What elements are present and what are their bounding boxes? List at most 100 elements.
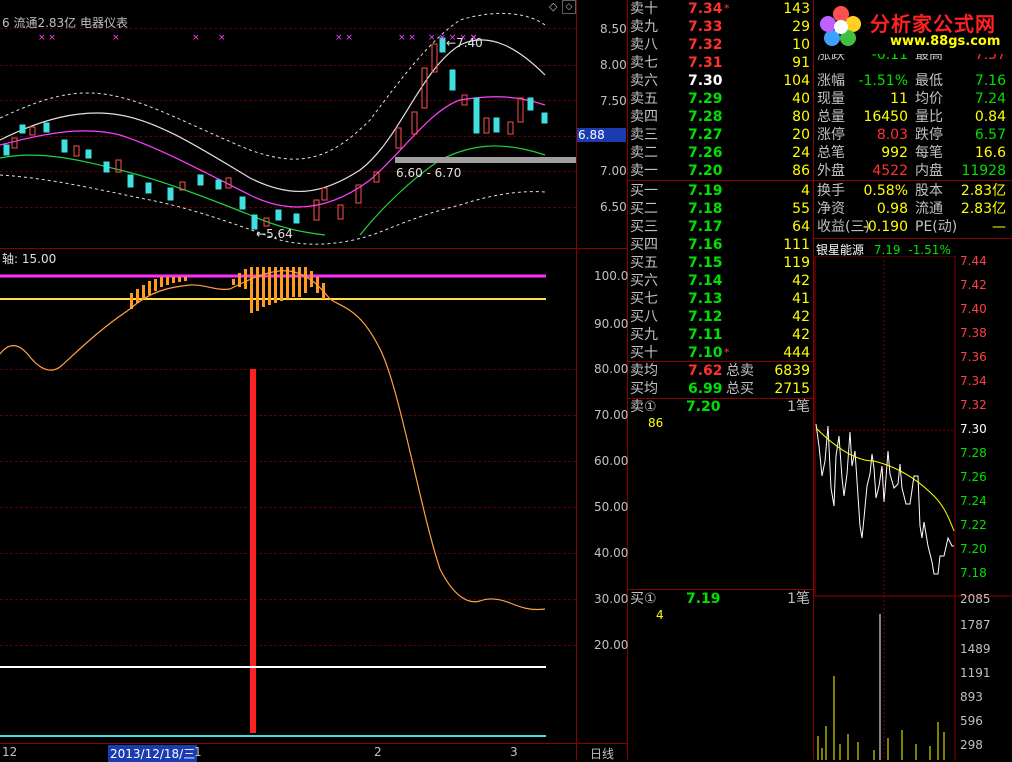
buy-level-row[interactable]: 买三 7.17 64: [630, 218, 812, 236]
sell-level-row[interactable]: 卖一 7.20 86: [630, 162, 812, 180]
level-label: 卖九: [630, 19, 658, 35]
flower-logo-icon: [820, 6, 861, 46]
stat-label: 总量: [817, 109, 845, 125]
level-volume: 119: [783, 255, 810, 271]
sell-level-row[interactable]: 卖三 7.27 20: [630, 126, 812, 144]
buy-level-row[interactable]: 买六 7.14 42: [630, 272, 812, 290]
stat-value: 16.6: [974, 145, 1006, 161]
stat-value: 6.57: [974, 127, 1006, 143]
buy-level-row[interactable]: 买十 7.10 * 444: [630, 344, 812, 362]
level-price: 7.13: [688, 291, 723, 307]
axis-label: 7.34: [960, 374, 987, 388]
level-volume: 4: [801, 183, 810, 199]
sell-level-row[interactable]: 卖四 7.28 80: [630, 108, 812, 126]
level-price: 7.18: [688, 201, 723, 217]
indicator-axis: 100.0 90.00 80.00 70.00 60.00 50.00 40.0…: [576, 249, 629, 743]
sell-level-row[interactable]: 卖九 7.33 29: [630, 18, 812, 36]
stat-label: PE(动): [915, 219, 958, 235]
axis-label: 20.00: [594, 638, 629, 652]
buy1-detail-row[interactable]: 买① 7.19 1笔: [630, 590, 812, 608]
logo-url: www.88gs.com: [890, 34, 1001, 49]
buy1-queue-volume: 4: [656, 608, 664, 622]
level-volume: 41: [792, 291, 810, 307]
axis-label: 1787: [960, 618, 991, 632]
level-volume: 55: [792, 201, 810, 217]
level-volume: 80: [792, 109, 810, 125]
period-selector[interactable]: 日线: [590, 745, 614, 762]
sell1-queue-volume: 86: [648, 416, 664, 430]
level-price: 7.30: [688, 73, 723, 89]
stats-divider: [814, 180, 1012, 181]
bottom-timebar[interactable]: 12 2013/12/18/三 1 2 3 日线: [0, 743, 628, 762]
axis-label: 7.32: [960, 398, 987, 412]
sell-level-row[interactable]: 卖八 7.32 10: [630, 36, 812, 54]
stat-label: 每笔: [915, 145, 943, 161]
mini-volume-axis: 2085 1787 1489 1191 893 596 298: [956, 592, 1012, 760]
stat-row: 净资 0.98 流通 2.83亿: [815, 200, 1010, 218]
axis-label: 7.42: [960, 278, 987, 292]
axis-label: 7.26: [960, 470, 987, 484]
level-price: 7.19: [688, 183, 723, 199]
level-price: 7.14: [688, 273, 723, 289]
level-mark: *: [724, 2, 730, 15]
sell-level-row[interactable]: 卖五 7.29 40: [630, 90, 812, 108]
buy-level-row[interactable]: 买八 7.12 42: [630, 308, 812, 326]
logo-title: 分析家公式网: [870, 12, 996, 36]
sell-level-row[interactable]: 卖六 7.30 104: [630, 72, 812, 90]
sell-level-row[interactable]: 卖二 7.26 24: [630, 144, 812, 162]
buy-level-row[interactable]: 买五 7.15 119: [630, 254, 812, 272]
level-volume: 444: [783, 345, 810, 361]
axis-label: 893: [960, 690, 983, 704]
stat-value: 7.24: [974, 91, 1006, 107]
level-mark: *: [724, 346, 730, 359]
axis-label: 7.30: [960, 422, 987, 436]
axis-label: 8.00: [600, 58, 627, 72]
buy-level-row[interactable]: 买一 7.19 4: [630, 182, 812, 200]
cursor-date: 2013/12/18/三: [108, 745, 198, 762]
axis-label: 1191: [960, 666, 991, 680]
stat-value: 0.84: [974, 109, 1006, 125]
buy-level-row[interactable]: 买二 7.18 55: [630, 200, 812, 218]
mini-price-axis: 7.44 7.42 7.40 7.38 7.36 7.34 7.32 7.30 …: [956, 250, 1012, 600]
level-price: 7.31: [688, 55, 723, 71]
sell-level-row[interactable]: 卖七 7.31 91: [630, 54, 812, 72]
level-volume: 64: [792, 219, 810, 235]
level-label: 买七: [630, 291, 658, 307]
mini-price: 7.19: [873, 243, 901, 257]
stat-label: 换手: [817, 183, 845, 199]
level-volume: 40: [792, 91, 810, 107]
level-label: 买三: [630, 219, 658, 235]
level-volume: 86: [792, 163, 810, 179]
stat-value: 2.83亿: [960, 201, 1006, 217]
axis-label: 596: [960, 714, 983, 728]
buy-level-row[interactable]: 买四 7.16 111: [630, 236, 812, 254]
level-label: 买五: [630, 255, 658, 271]
svg-text:×: ×: [112, 33, 120, 43]
level-volume: 42: [792, 273, 810, 289]
axis-label: 1489: [960, 642, 991, 656]
level-price: 7.33: [688, 19, 723, 35]
sell-avg-row: 卖均 7.62 总卖 6839: [630, 363, 810, 379]
buy-level-row[interactable]: 买七 7.13 41: [630, 290, 812, 308]
level-label: 买九: [630, 327, 658, 343]
logo-banner: 分析家公式网 www.88gs.com: [814, 0, 1012, 54]
buy-level-row[interactable]: 买九 7.11 42: [630, 326, 812, 344]
level-price: 7.34: [688, 1, 723, 17]
level-label: 卖六: [630, 73, 658, 89]
time-mark: 1: [194, 745, 202, 759]
stat-label: 内盘: [915, 163, 943, 179]
axis-label: 7.38: [960, 326, 987, 340]
stat-value: 16450: [863, 109, 908, 125]
level-label: 买四: [630, 237, 658, 253]
axis-label: 7.22: [960, 518, 987, 532]
stat-value: 7.16: [974, 73, 1006, 89]
stat-label: 净资: [817, 201, 845, 217]
level-label: 卖四: [630, 109, 658, 125]
order-book-divider: [628, 180, 814, 181]
sell-level-row[interactable]: 卖十 7.34 * 143: [630, 0, 812, 18]
sell1-detail-row[interactable]: 卖① 7.20 1笔: [630, 398, 812, 416]
stat-label: 涨停: [817, 127, 845, 143]
kline-chart: × × × × × × × × × × × × × ××: [0, 12, 576, 245]
axis-label: 7.18: [960, 566, 987, 580]
mini-stock-name: 银星能源: [816, 243, 865, 257]
